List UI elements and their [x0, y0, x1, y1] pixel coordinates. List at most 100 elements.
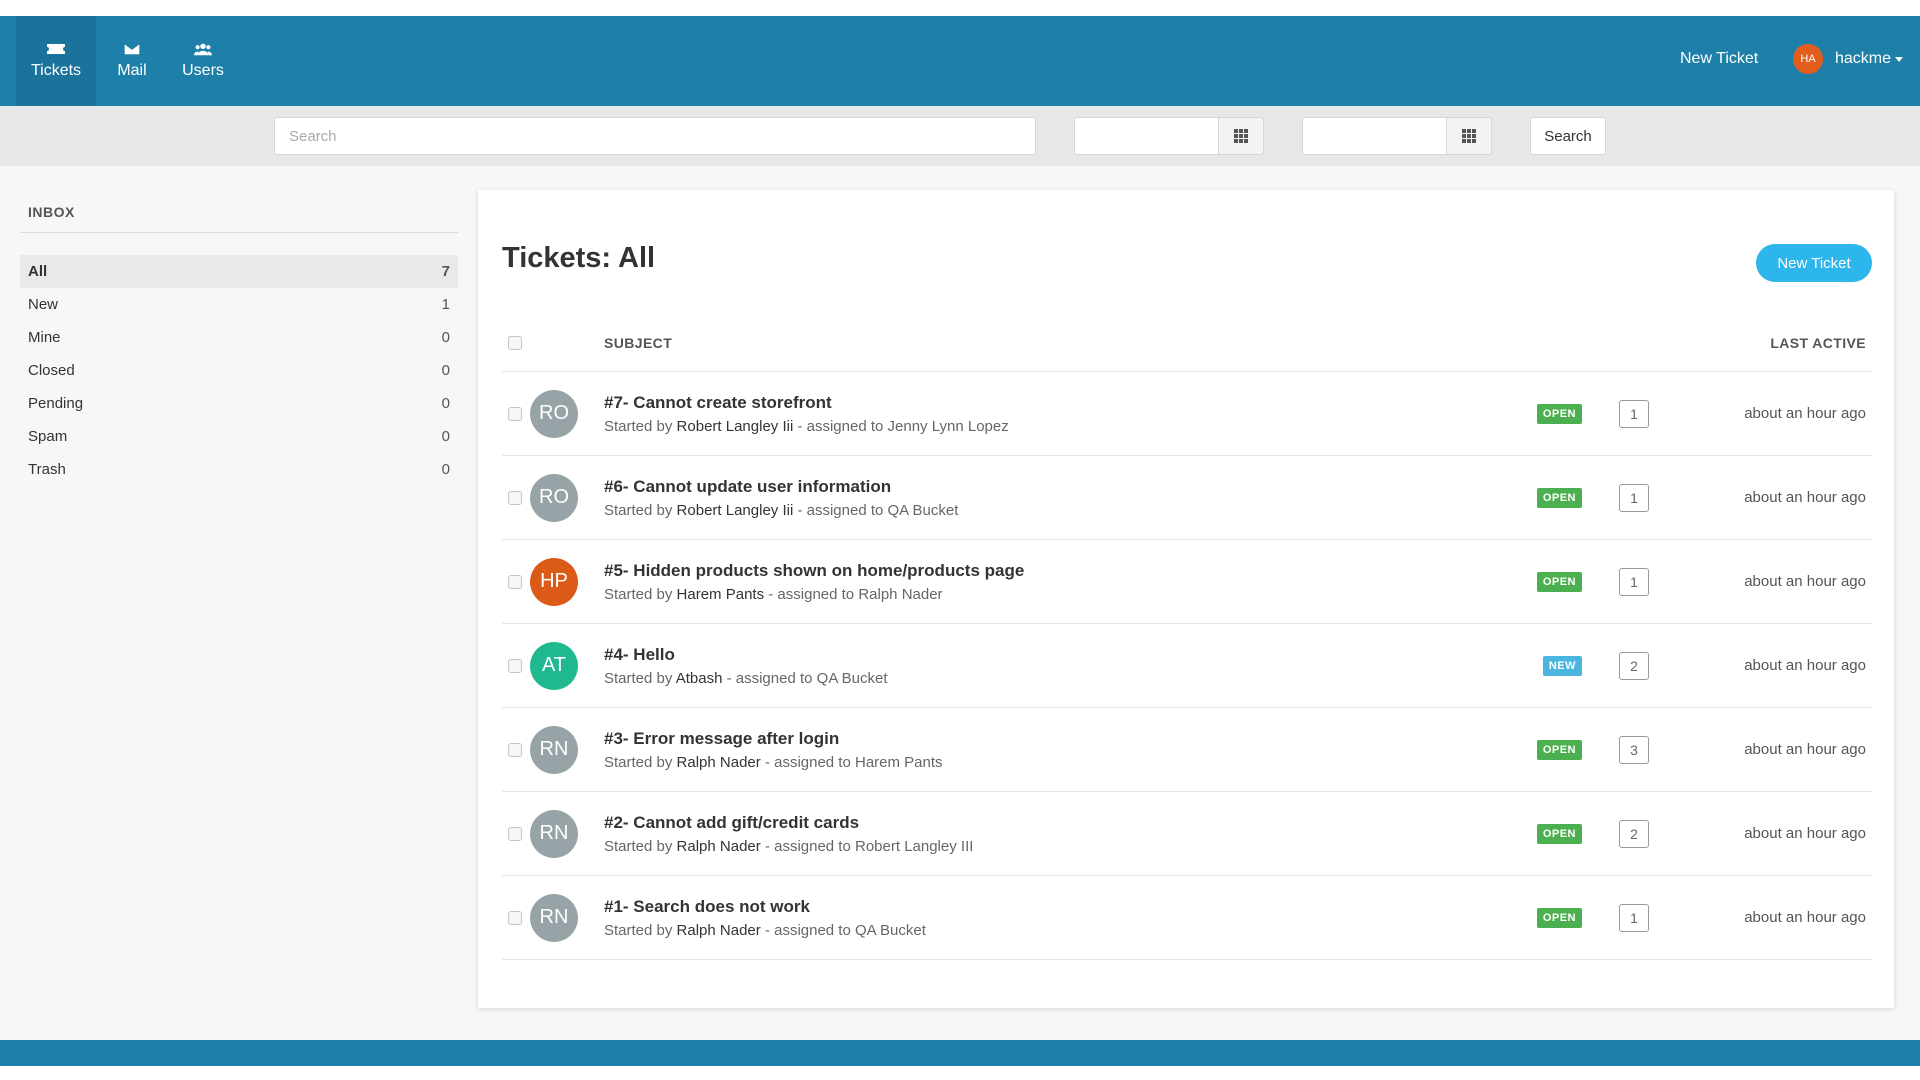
status-cell: OPEN	[1522, 907, 1582, 928]
avatar: RN	[530, 893, 578, 942]
ticket-title-link[interactable]: #2- Cannot add gift/credit cards	[604, 813, 1522, 833]
assigned-to-label: - assigned to	[726, 669, 813, 687]
avatar-initials: AT	[541, 654, 567, 676]
table-row[interactable]: RO #6- Cannot update user information St…	[502, 456, 1872, 540]
date-from-input[interactable]	[1074, 117, 1218, 155]
search-input[interactable]	[274, 117, 1036, 155]
started-by-label: Started by	[604, 837, 673, 855]
top-new-ticket-link[interactable]: New Ticket	[1680, 50, 1758, 68]
sidebar-item-mine[interactable]: Mine 0	[20, 321, 458, 354]
select-all-checkbox[interactable]	[508, 335, 522, 350]
row-checkbox[interactable]	[508, 574, 522, 589]
search-button[interactable]: Search	[1530, 117, 1606, 155]
status-cell: OPEN	[1522, 571, 1582, 592]
last-active-time: about an hour ago	[1744, 405, 1866, 422]
ticket-title-link[interactable]: #7- Cannot create storefront	[604, 393, 1522, 413]
row-checkbox[interactable]	[508, 658, 522, 673]
avatar: RO	[530, 473, 578, 522]
ticket-icon	[47, 44, 65, 54]
status-cell: NEW	[1522, 655, 1582, 676]
ticket-title-link[interactable]: #4- Hello	[604, 645, 1522, 665]
started-by-name: Ralph Nader	[676, 921, 761, 939]
row-checkbox[interactable]	[508, 826, 522, 841]
count-cell: 1	[1582, 483, 1686, 512]
status-cell: OPEN	[1522, 487, 1582, 508]
avatar: HP	[530, 557, 578, 606]
assigned-to-name: QA Bucket	[816, 669, 888, 687]
avatar: RN	[530, 809, 578, 858]
started-by-label: Started by	[604, 585, 673, 603]
last-active-time: about an hour ago	[1744, 741, 1866, 758]
table-row[interactable]: RN #3- Error message after login Started…	[502, 708, 1872, 792]
row-checkbox[interactable]	[508, 742, 522, 757]
count-cell: 1	[1582, 399, 1686, 428]
row-checkbox[interactable]	[508, 910, 522, 925]
table-row[interactable]: HP #5- Hidden products shown on home/pro…	[502, 540, 1872, 624]
ticket-title-link[interactable]: #3- Error message after login	[604, 729, 1522, 749]
avatar: RN	[530, 725, 578, 774]
started-by-label: Started by	[604, 753, 673, 771]
row-checkbox-cell	[502, 574, 528, 589]
ticket-subject-cell: #6- Cannot update user information Start…	[604, 477, 1522, 519]
sidebar-item-closed[interactable]: Closed 0	[20, 354, 458, 387]
table-row[interactable]: RN #2- Cannot add gift/credit cards Star…	[502, 792, 1872, 876]
assigned-to-label: - assigned to	[768, 585, 855, 603]
ticket-title-link[interactable]: #6- Cannot update user information	[604, 477, 1522, 497]
assigned-to-name: Harem Pants	[855, 753, 943, 771]
row-checkbox-cell	[502, 406, 528, 421]
sidebar-item-count: 0	[441, 395, 450, 412]
sidebar-item-pending[interactable]: Pending 0	[20, 387, 458, 420]
assigned-to-name: QA Bucket	[887, 501, 959, 519]
table-row[interactable]: RN #1- Search does not work Started by R…	[502, 876, 1872, 960]
sidebar-item-trash[interactable]: Trash 0	[20, 453, 458, 486]
ticket-meta: Started by Robert Langley Iii - assigned…	[604, 418, 1522, 435]
nav-users[interactable]: Users	[163, 16, 243, 106]
assigned-to-name: Jenny Lynn Lopez	[887, 417, 1009, 435]
sidebar-item-spam[interactable]: Spam 0	[20, 420, 458, 453]
sidebar-item-count: 7	[441, 263, 450, 280]
started-by-name: Harem Pants	[676, 585, 765, 603]
status-badge: OPEN	[1536, 571, 1582, 592]
nav-users-label: Users	[182, 62, 224, 79]
avatar-initials: HP	[540, 570, 568, 592]
ticket-meta: Started by Robert Langley Iii - assigned…	[604, 502, 1522, 519]
tickets-table: SUBJECT LAST ACTIVE RO #7- Cannot create…	[502, 314, 1872, 960]
count-cell: 3	[1582, 735, 1686, 764]
row-checkbox[interactable]	[508, 490, 522, 505]
table-row[interactable]: AT #4- Hello Started by Atbash - assigne…	[502, 624, 1872, 708]
row-checkbox-cell	[502, 490, 528, 505]
started-by-label: Started by	[604, 921, 673, 939]
started-by-name: Atbash	[675, 669, 723, 687]
sidebar-item-all[interactable]: All 7	[20, 255, 458, 288]
users-icon	[194, 43, 212, 56]
nav-tickets[interactable]: Tickets	[16, 16, 96, 106]
avatar-initials: RN	[539, 738, 569, 760]
ticket-meta: Started by Ralph Nader - assigned to QA …	[604, 922, 1522, 939]
user-menu[interactable]: HA hackme	[1793, 44, 1904, 74]
status-badge: NEW	[1542, 655, 1582, 676]
date-to-input[interactable]	[1302, 117, 1446, 155]
column-header-subject: SUBJECT	[604, 334, 673, 351]
table-row[interactable]: RO #7- Cannot create storefront Started …	[502, 372, 1872, 456]
date-from-picker-button[interactable]	[1218, 117, 1264, 155]
row-checkbox[interactable]	[508, 406, 522, 421]
count-cell: 1	[1582, 903, 1686, 932]
caret-down-icon	[1895, 56, 1904, 62]
new-ticket-button[interactable]: New Ticket	[1756, 244, 1872, 282]
ticket-meta: Started by Harem Pants - assigned to Ral…	[604, 586, 1522, 603]
date-to-picker-button[interactable]	[1446, 117, 1492, 155]
status-badge: OPEN	[1536, 739, 1582, 760]
ticket-title-link[interactable]: #5- Hidden products shown on home/produc…	[604, 561, 1522, 581]
nav-mail[interactable]: Mail	[92, 16, 172, 106]
count-cell: 1	[1582, 567, 1686, 596]
assigned-to-name: Ralph Nader	[858, 585, 943, 603]
ticket-title-link[interactable]: #1- Search does not work	[604, 897, 1522, 917]
ticket-meta: Started by Atbash - assigned to QA Bucke…	[604, 670, 1522, 687]
sidebar-item-new[interactable]: New 1	[20, 288, 458, 321]
footer-bar	[0, 1040, 1920, 1066]
ticket-subject-cell: #7- Cannot create storefront Started by …	[604, 393, 1522, 435]
avatar-initials: RN	[539, 822, 569, 844]
tickets-panel: Tickets: All New Ticket SUBJECT LAST ACT…	[478, 190, 1894, 1008]
started-by-name: Robert Langley Iii	[676, 417, 794, 435]
assigned-to-label: - assigned to	[797, 501, 884, 519]
